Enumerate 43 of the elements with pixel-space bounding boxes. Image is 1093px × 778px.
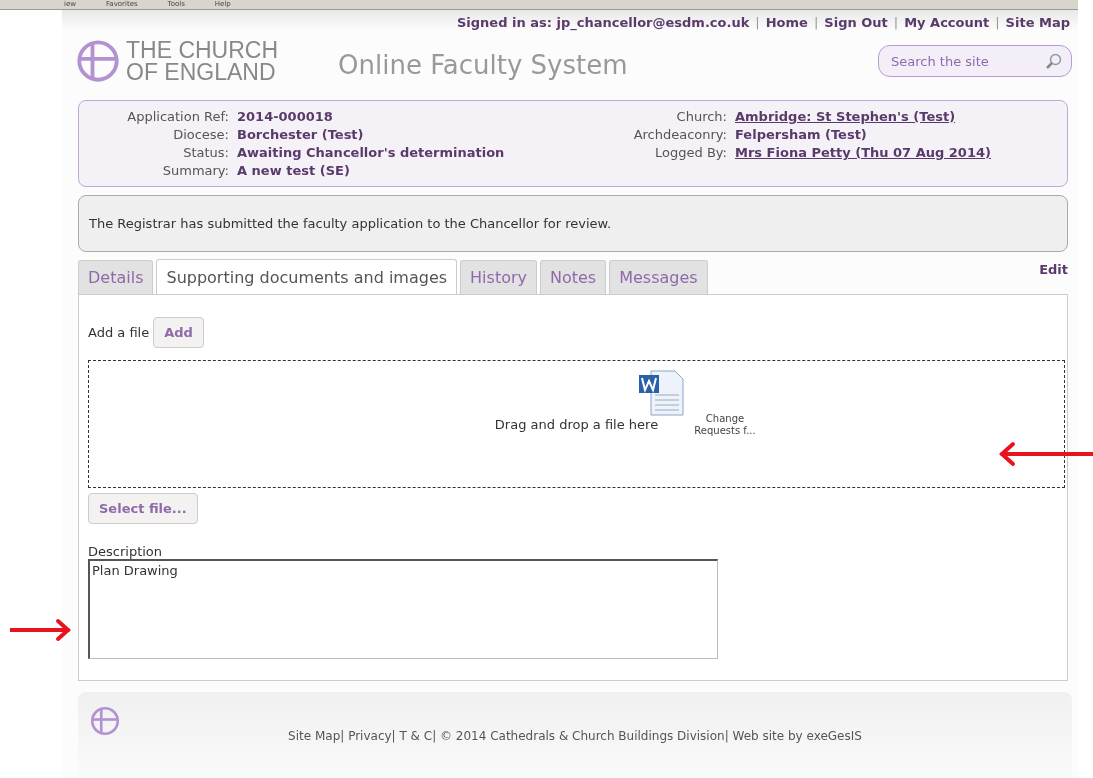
field-label: Diocese: (172, 127, 229, 142)
edit-link[interactable]: Edit (1039, 259, 1068, 277)
add-button[interactable]: Add (153, 317, 204, 348)
search-icon[interactable] (1045, 52, 1063, 70)
separator: | (892, 15, 900, 30)
nav-link[interactable]: Site Map (1005, 15, 1070, 30)
field-value: Felpersham (Test) (735, 127, 868, 142)
nav-link[interactable]: Sign Out (824, 15, 888, 30)
signed-in-text: Signed in as: jp_chancellor@esdm.co.uk (457, 15, 750, 30)
tab[interactable]: Supporting documents and images (156, 259, 458, 295)
logo-text: THE CHURCH (126, 39, 279, 61)
logo-text: OF ENGLAND (126, 61, 277, 83)
drop-zone[interactable]: Drag and drop a file here Change Requests f... (88, 360, 1065, 488)
nav-link[interactable]: My Account (904, 15, 990, 30)
field-label: Church: (675, 109, 727, 124)
select-file-button[interactable]: Select file... (88, 493, 198, 524)
field-value: Borchester (Test) (237, 127, 365, 142)
description-field[interactable]: Plan Drawing (88, 559, 718, 659)
field-value: Awaiting Chancellor's determination (237, 145, 506, 160)
cross-logo-icon (76, 39, 120, 83)
field-link[interactable]: Mrs Fiona Petty (Thu 07 Aug 2014) (735, 145, 991, 160)
field-label: Summary: (161, 163, 229, 178)
nav-link[interactable]: Home (765, 15, 808, 30)
document-icon (637, 369, 687, 417)
search-field[interactable]: Search the site (878, 45, 1072, 77)
drop-zone-text: Drag and drop a file here (494, 416, 659, 432)
notice-message: The Registrar has submitted the faculty application to the Chancellor for review. (78, 195, 1068, 252)
field-label: Archdeaconry: (632, 127, 727, 142)
site-title: Online Faculty System (338, 49, 629, 80)
field-link[interactable]: Ambridge: St Stephen's (Test) (735, 109, 991, 124)
field-value: A new test (SE) (237, 163, 351, 178)
description-label: Description (88, 544, 164, 559)
cross-logo-icon (90, 706, 120, 736)
field-label: Status: (182, 145, 229, 160)
field-label: Application Ref: (126, 109, 229, 124)
separator: | (994, 15, 1001, 30)
separator: | (812, 15, 820, 30)
footer-text: Site Map| Privacy| T & C| © 2014 Cathedrals & Church Buildings Division| Web site by exeGesIS (288, 728, 862, 743)
field-label: Logged By: (654, 145, 727, 160)
field-value: 2014-000018 (237, 109, 334, 124)
arrow (10, 618, 72, 642)
add-file-label: Add a file (88, 325, 150, 340)
separator: | (754, 15, 761, 30)
